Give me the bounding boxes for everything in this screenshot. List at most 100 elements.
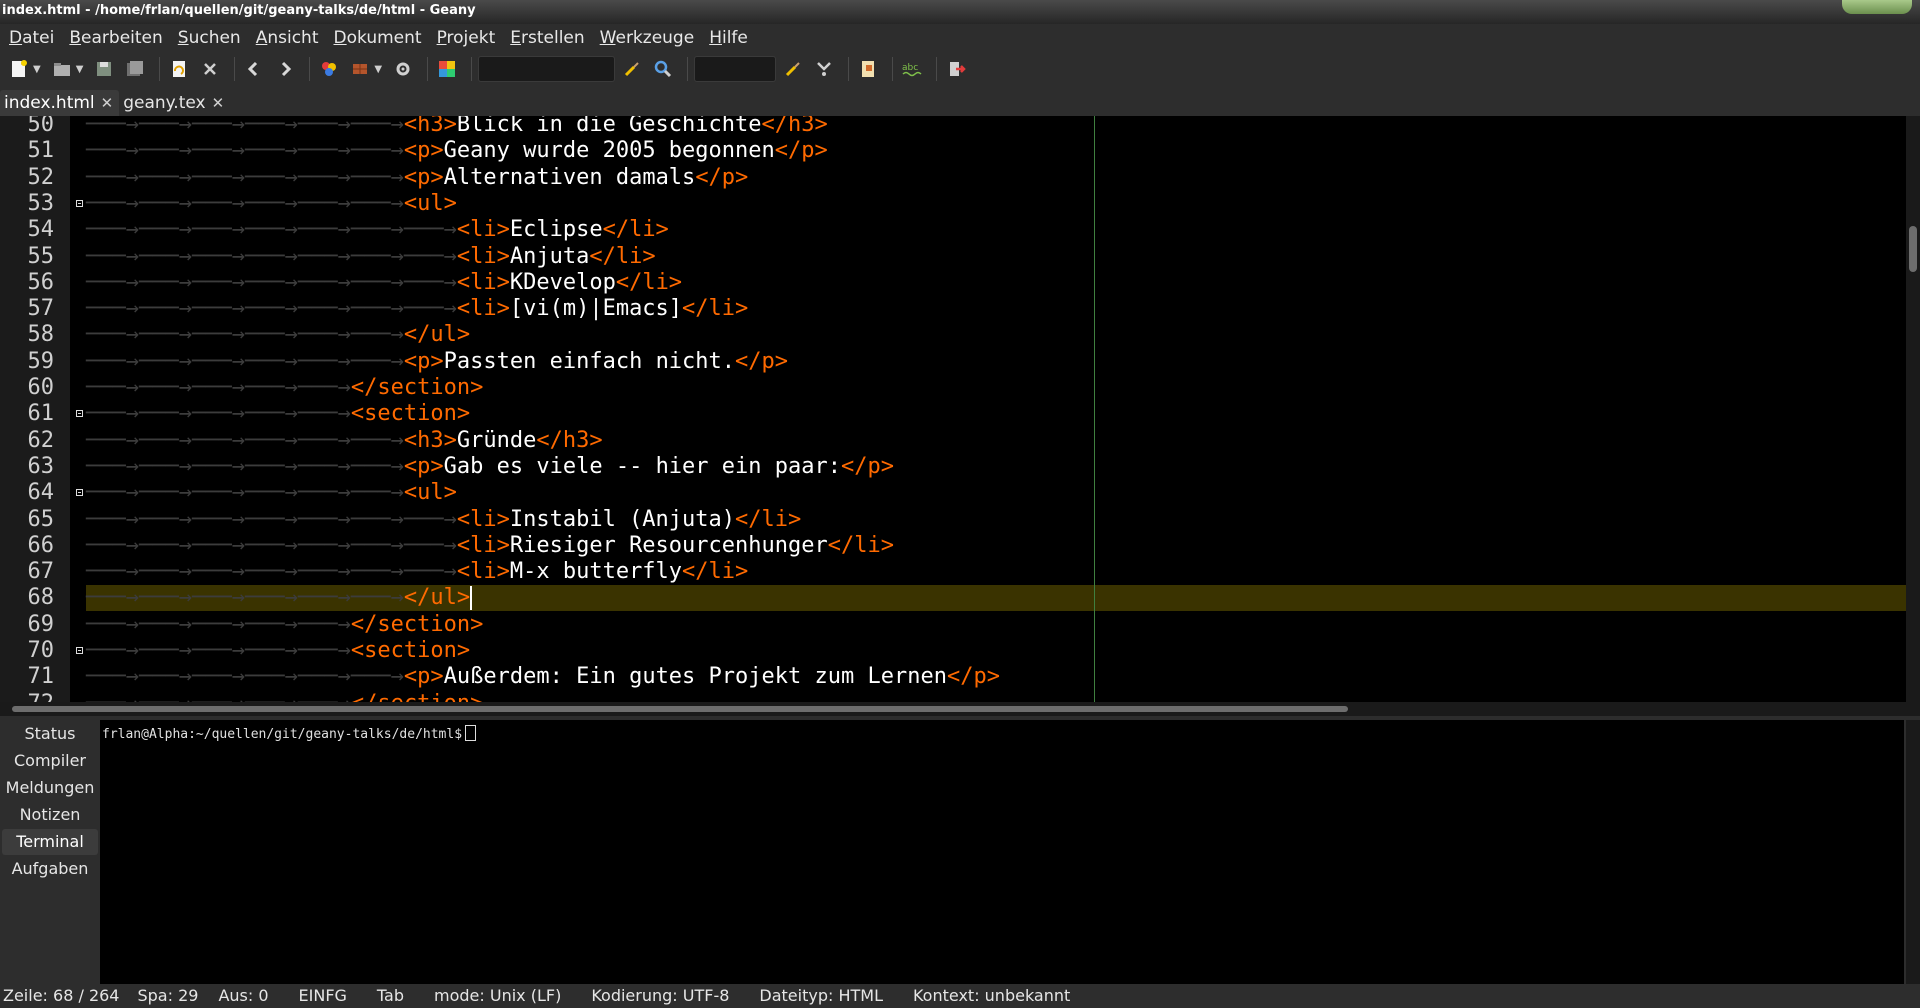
indent-guide: ───→───→───→───→───→───→ [86, 322, 404, 348]
clear-goto-icon[interactable] [780, 56, 806, 82]
goto-line-input[interactable] [694, 56, 777, 82]
line-number: 65 [27, 506, 55, 532]
html-tag: </li> [589, 243, 656, 269]
html-tag: </p> [774, 138, 828, 164]
fold-marker-icon[interactable] [76, 199, 83, 207]
line-number: 69 [27, 611, 55, 637]
clear-search-icon[interactable] [619, 56, 645, 82]
tab-notizen[interactable]: Notizen [2, 802, 98, 828]
back-icon[interactable] [241, 56, 267, 82]
toolbar-separator [936, 57, 938, 81]
line-number: 54 [27, 217, 55, 243]
revert-icon[interactable] [166, 56, 192, 82]
menu-ansicht[interactable]: Ansicht [247, 28, 325, 48]
menu-dokument[interactable]: Dokument [325, 28, 428, 48]
save-all-icon[interactable] [122, 56, 148, 82]
new-file-icon[interactable] [6, 56, 32, 82]
compile-icon[interactable] [316, 56, 342, 82]
close-file-icon[interactable] [197, 56, 223, 82]
code-line: ───→───→───→───→───→<section> [86, 638, 470, 664]
status-item: mode: Unix (LF) [434, 986, 562, 1005]
terminal[interactable]: frlan@Alpha:~/quellen/git/geany-talks/de… [100, 720, 1904, 984]
menu-werkzeuge[interactable]: Werkzeuge [591, 28, 701, 48]
editor[interactable]: 50 51 52 53 54 55 56 57 58 59 60 61 62 63 64 65 66 67 68 69… [0, 116, 1920, 702]
document-tab[interactable]: index.html ✕ [0, 90, 120, 116]
preferences-icon[interactable] [855, 56, 881, 82]
menu-accelerator: D [9, 28, 23, 48]
find-icon[interactable] [650, 56, 676, 82]
line-number: 52 [27, 164, 55, 190]
window-controls[interactable] [1842, 0, 1912, 14]
menu-accelerator: E [510, 28, 521, 48]
line-number: 53 [27, 190, 55, 216]
goto-line-icon[interactable] [811, 56, 837, 82]
statusbar: Zeile: 68 / 264 Spa: 29 Aus: 0 EINFG Tab mode… [0, 984, 1920, 1008]
html-tag: <p> [403, 664, 444, 690]
line-number: 60 [27, 375, 55, 400]
tab-terminal[interactable]: Terminal [2, 829, 98, 855]
scrollbar-thumb[interactable] [12, 706, 1348, 712]
text-content: KDevelop [509, 269, 616, 295]
line-number: 72 [0, 691, 55, 702]
menu-suchen[interactable]: Suchen [169, 28, 247, 48]
fold-marker-icon[interactable] [76, 489, 83, 497]
indent-guide: ───→───→───→───→───→───→ [86, 116, 404, 137]
tab-meldungen[interactable]: Meldungen [2, 775, 98, 801]
quit-icon[interactable] [943, 56, 969, 82]
search-input[interactable] [478, 56, 616, 82]
code-area[interactable]: ───→───→───→───→───→───→<h3>Blick in die… [86, 116, 1904, 702]
close-tab-icon[interactable]: ✕ [212, 94, 225, 112]
html-tag: </li> [602, 217, 669, 243]
save-icon[interactable] [91, 56, 117, 82]
toolbar-separator [234, 57, 236, 81]
code-line: ───→───→───→───→───→───→<p>Gab es viele … [86, 454, 894, 480]
new-file-dropdown-icon[interactable]: ▼ [33, 64, 41, 75]
spellcheck-icon[interactable]: abc [899, 56, 925, 82]
document-tab[interactable]: geany.tex ✕ [119, 90, 230, 116]
menu-label: okument [346, 28, 422, 48]
open-file-icon[interactable] [49, 56, 75, 82]
editor-vertical-scrollbar[interactable] [1906, 116, 1920, 702]
html-tag: </h3> [761, 116, 828, 137]
menu-accelerator: A [255, 28, 268, 48]
terminal-scrollbar[interactable] [1906, 720, 1920, 984]
scrollbar-thumb[interactable] [1909, 226, 1917, 272]
tab-status[interactable]: Status [2, 721, 98, 747]
forward-icon[interactable] [272, 56, 298, 82]
build-icon[interactable] [347, 56, 373, 82]
menu-bearbeiten[interactable]: Bearbeiten [60, 28, 168, 48]
terminal-prompt: frlan@Alpha:~/quellen/git/geany-talks/de… [102, 727, 463, 742]
indent-guide: ───→───→───→───→───→───→───→ [86, 296, 457, 322]
html-tag: <li> [456, 296, 510, 322]
indent-guide: ───→───→───→───→───→───→ [86, 453, 404, 479]
line-number: 58 [27, 322, 55, 348]
menu-hilfe[interactable]: Hilfe [700, 28, 754, 48]
html-tag: </ul> [403, 322, 471, 348]
tab-aufgaben[interactable]: Aufgaben [2, 856, 98, 882]
tab-compiler[interactable]: Compiler [2, 748, 98, 774]
indent-guide: ───→───→───→───→───→───→───→ [86, 506, 457, 532]
build-dropdown-icon[interactable]: ▼ [374, 64, 382, 75]
close-tab-icon[interactable]: ✕ [101, 94, 114, 112]
menubar: Datei Bearbeiten Suchen Ansicht Dokument Proj… [0, 24, 1920, 52]
open-file-dropdown-icon[interactable]: ▼ [76, 64, 84, 75]
menu-label: nsicht [267, 28, 319, 48]
run-icon[interactable] [390, 56, 416, 82]
text-content: Außerdem: Ein gutes Projekt zum Lernen [443, 664, 947, 690]
menu-datei[interactable]: Datei [0, 28, 60, 48]
code-line: ───→───→───→───→───→───→<p>Geany wurde 2… [86, 138, 828, 164]
indent-guide: ───→───→───→───→───→ [86, 401, 351, 427]
line-number: 51 [27, 138, 55, 164]
code-line: ───→───→───→───→───→───→───→<li>Instabil… [86, 507, 801, 533]
color-chooser-icon[interactable] [434, 56, 460, 82]
fold-marker-icon[interactable] [76, 410, 83, 418]
fold-marker-icon[interactable] [76, 647, 83, 654]
code-line: ───→───→───→───→───→───→───→<li>Anjuta</… [86, 244, 656, 270]
editor-horizontal-scrollbar[interactable] [0, 702, 1920, 716]
menu-accelerator: P [436, 28, 447, 48]
line-number: 66 [27, 532, 55, 558]
menu-erstellen[interactable]: Erstellen [501, 28, 590, 48]
menu-projekt[interactable]: Projekt [428, 28, 502, 48]
toolbar: ▼ ▼ ▼ abc [0, 52, 1920, 86]
text-content: Gab es viele -- hier ein paar: [443, 453, 841, 479]
